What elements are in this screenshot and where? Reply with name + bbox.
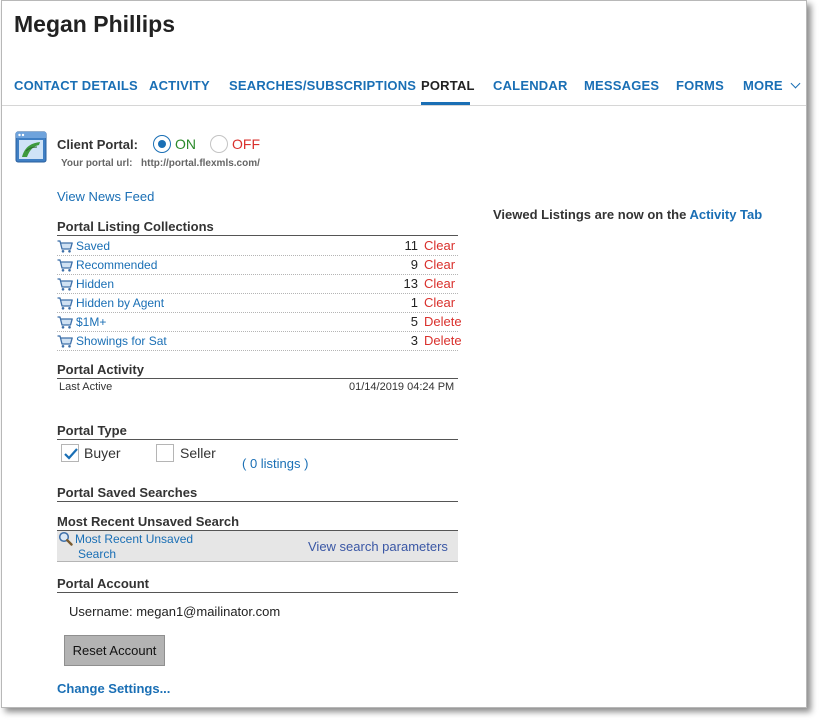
unsaved-link-line2: Search (78, 547, 117, 561)
portal-on-label[interactable]: ON (175, 136, 196, 152)
tab-forms[interactable]: FORMS (676, 78, 724, 93)
collection-row: Saved 11 Clear (57, 237, 458, 256)
collection-clear-link[interactable]: Clear (424, 238, 455, 253)
cart-icon (57, 316, 73, 329)
seller-checkbox[interactable] (156, 444, 174, 462)
portal-off-radio[interactable] (210, 135, 228, 153)
saved-searches-rule (57, 501, 458, 502)
collection-row: Showings for Sat 3 Delete (57, 332, 462, 351)
view-search-parameters-link[interactable]: View search parameters (308, 539, 448, 554)
collection-delete-link[interactable]: Delete (424, 333, 462, 348)
cart-icon (57, 240, 73, 253)
portal-activity-title: Portal Activity (57, 362, 144, 377)
seller-label: Seller (180, 445, 216, 461)
collection-count: 3 (410, 333, 418, 348)
portal-account-title: Portal Account (57, 576, 149, 591)
view-news-feed-link[interactable]: View News Feed (57, 189, 154, 204)
collection-name-link[interactable]: Hidden by Agent (76, 296, 164, 310)
unsaved-link-line1: Most Recent Unsaved (75, 532, 194, 546)
viewed-note-text: Viewed Listings are now on the (493, 207, 690, 222)
tab-searches-subscriptions[interactable]: SEARCHES/SUBSCRIPTIONS (229, 78, 416, 93)
magnifier-icon (58, 531, 73, 546)
collection-name-link[interactable]: Showings for Sat (76, 334, 167, 348)
tab-portal[interactable]: PORTAL (421, 78, 475, 93)
portal-account-rule (57, 592, 458, 593)
tab-contact-details[interactable]: CONTACT DETAILS (14, 78, 138, 93)
portal-off-label[interactable]: OFF (232, 136, 260, 152)
collection-name-link[interactable]: Saved (76, 239, 110, 253)
tab-more[interactable]: MORE (743, 78, 801, 93)
client-portal-label: Client Portal: (57, 137, 138, 152)
tab-activity[interactable]: ACTIVITY (149, 78, 210, 93)
collection-name-link[interactable]: $1M+ (76, 315, 106, 329)
cart-icon (57, 259, 73, 272)
activity-tab-link[interactable]: Activity Tab (689, 207, 762, 222)
activity-rule (57, 378, 458, 379)
tab-calendar[interactable]: CALENDAR (493, 78, 568, 93)
listings-count-link[interactable]: ( 0 listings ) (242, 456, 308, 471)
collection-count: 13 (403, 276, 418, 291)
portal-type-rule (57, 439, 458, 440)
username-text: Username: megan1@mailinator.com (69, 604, 281, 619)
collection-row: Recommended 9 Clear (57, 256, 458, 275)
checkmark-icon (64, 448, 78, 460)
portal-type-title: Portal Type (57, 423, 127, 438)
buyer-label: Buyer (84, 445, 121, 461)
unsaved-search-title: Most Recent Unsaved Search (57, 514, 240, 529)
saved-searches-title: Portal Saved Searches (57, 485, 198, 500)
collection-count: 9 (410, 257, 418, 272)
collection-row: Hidden 13 Clear (57, 275, 458, 294)
collection-name-link[interactable]: Recommended (76, 258, 157, 272)
portal-url-label: Your portal url: (61, 158, 133, 169)
collection-count: 5 (410, 314, 418, 329)
collection-count: 11 (404, 238, 419, 253)
portal-browser-icon (15, 131, 47, 163)
portal-url-value: http://portal.flexmls.com/ (141, 158, 260, 169)
cart-icon (57, 297, 73, 310)
collection-clear-link[interactable]: Clear (424, 295, 455, 310)
collections-title: Portal Listing Collections (57, 219, 214, 234)
last-active-label: Last Active (59, 381, 113, 393)
collection-row: Hidden by Agent 1 Clear (57, 294, 458, 313)
tab-messages[interactable]: MESSAGES (584, 78, 659, 93)
contact-name-heading: Megan Phillips (14, 11, 176, 37)
collection-clear-link[interactable]: Clear (424, 276, 455, 291)
collection-delete-link[interactable]: Delete (424, 314, 462, 329)
collection-row: $1M+ 5 Delete (57, 313, 462, 332)
collection-clear-link[interactable]: Clear (424, 257, 455, 272)
portal-on-radio[interactable] (153, 135, 171, 153)
last-active-value: 01/14/2019 04:24 PM (349, 381, 455, 393)
collection-count: 1 (410, 295, 418, 310)
cart-icon (57, 278, 73, 291)
collection-name-link[interactable]: Hidden (76, 277, 114, 291)
most-recent-unsaved-search-link[interactable]: Most Recent Unsaved Search (75, 532, 205, 562)
tab-more-label: MORE (743, 78, 783, 93)
viewed-listings-note: Viewed Listings are now on the Activity … (493, 207, 762, 222)
contact-window: Megan Phillips CONTACT DETAILS ACTIVITY … (1, 0, 807, 708)
tabs-divider (2, 105, 806, 106)
buyer-checkbox[interactable] (61, 444, 79, 462)
chevron-down-icon (790, 78, 801, 89)
reset-account-button[interactable]: Reset Account (64, 635, 165, 666)
collections-rule (57, 235, 458, 236)
cart-icon (57, 335, 73, 348)
change-settings-link[interactable]: Change Settings... (57, 681, 170, 696)
